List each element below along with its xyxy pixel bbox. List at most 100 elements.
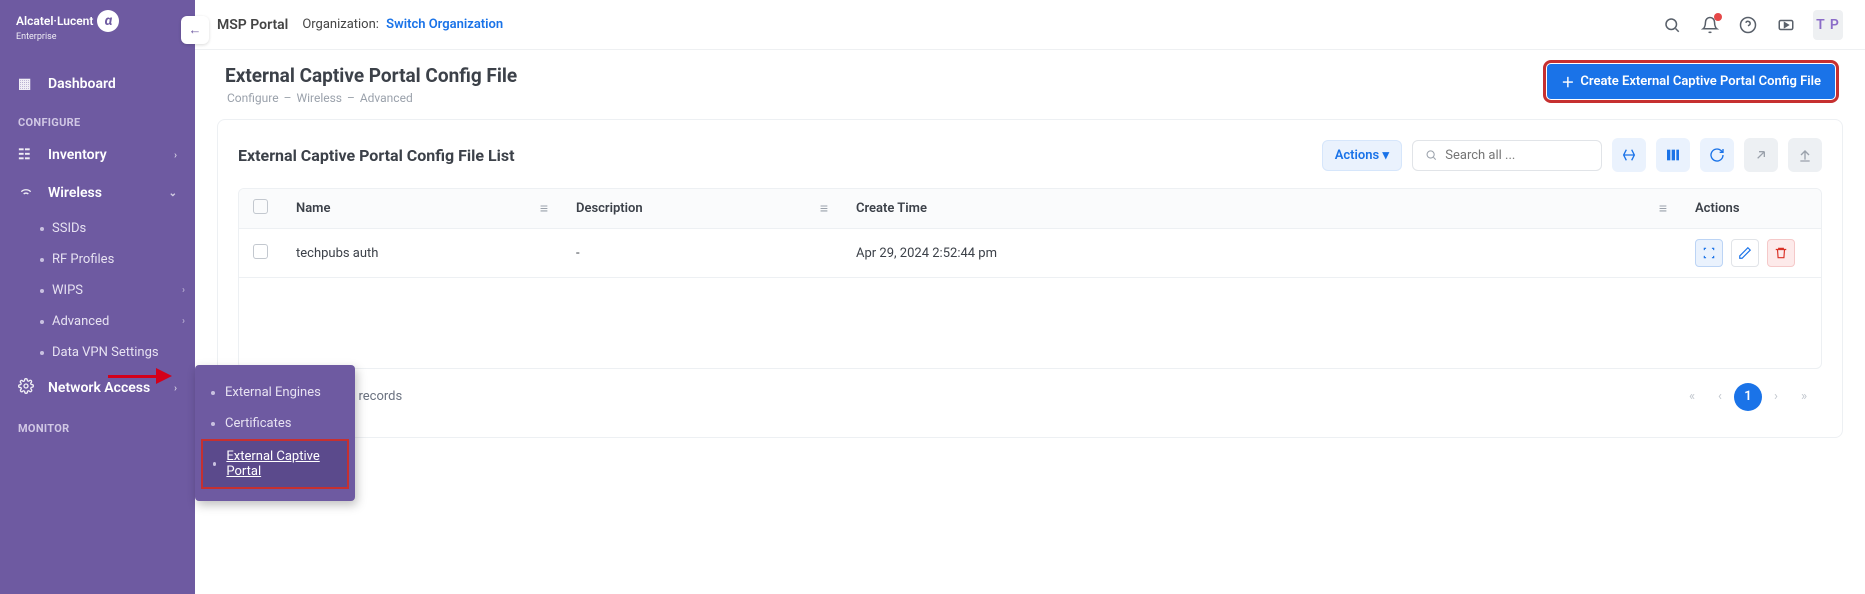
flyout-item-external-engines[interactable]: External Engines — [201, 377, 349, 408]
main: MSP Portal Organization: Switch Organiza… — [195, 0, 1865, 594]
chevron-down-icon: ⌄ — [169, 188, 177, 199]
column-menu-icon[interactable]: ≡ — [536, 200, 548, 217]
create-config-button-label: Create External Captive Portal Config Fi… — [1580, 74, 1821, 89]
advanced-flyout: External Engines Certificates External C… — [195, 365, 355, 501]
actions-dropdown[interactable]: Actions ▾ — [1322, 140, 1402, 171]
card-header: External Captive Portal Config File List… — [238, 138, 1822, 172]
bullet-icon — [40, 351, 44, 355]
bullet-icon — [40, 289, 44, 293]
bullet-icon — [211, 391, 215, 395]
sidebar-item-label: Wireless — [48, 185, 157, 201]
crumb[interactable]: Configure — [227, 91, 279, 105]
cell-create-time: Apr 29, 2024 2:52:44 pm — [842, 229, 1681, 278]
sidebar-item-advanced[interactable]: Advanced › — [40, 306, 195, 337]
cell-name: techpubs auth — [282, 229, 562, 278]
flyout-item-label: External Captive Portal — [226, 449, 337, 479]
view-button[interactable] — [1695, 239, 1723, 267]
gear-icon — [18, 378, 36, 398]
column-menu-icon[interactable]: ≡ — [816, 200, 828, 217]
sidebar-item-data-vpn[interactable]: Data VPN Settings — [40, 337, 195, 368]
delete-button[interactable] — [1767, 239, 1795, 267]
search-icon[interactable] — [1661, 14, 1683, 36]
topbar: MSP Portal Organization: Switch Organiza… — [195, 0, 1865, 50]
bullet-icon — [40, 227, 44, 231]
breadcrumb: Configure – Wireless – Advanced — [225, 91, 517, 105]
page-header: External Captive Portal Config File Conf… — [195, 50, 1865, 113]
columns-button[interactable] — [1656, 138, 1690, 172]
pager-prev-button[interactable]: ‹ — [1706, 383, 1734, 411]
flyout-item-external-captive-portal[interactable]: External Captive Portal — [201, 439, 349, 489]
sidebar-item-label: Data VPN Settings — [52, 345, 185, 360]
col-description[interactable]: Description — [576, 201, 643, 216]
row-checkbox[interactable] — [253, 244, 268, 259]
col-create-time[interactable]: Create Time — [856, 201, 927, 216]
search-icon — [1425, 148, 1437, 162]
sidebar-item-label: Dashboard — [48, 76, 177, 92]
table-row: techpubs auth - Apr 29, 2024 2:52:44 pm — [239, 229, 1821, 278]
caret-down-icon: ▾ — [1382, 148, 1389, 163]
sidebar-item-wips[interactable]: WIPS› — [40, 275, 195, 306]
flyout-item-label: External Engines — [225, 385, 321, 400]
pager-first-button[interactable]: « — [1678, 383, 1706, 411]
inventory-icon: ☷ — [18, 147, 36, 163]
brand-sub: Enterprise — [16, 32, 119, 42]
wireless-submenu: SSIDs RF Profiles WIPS› Advanced › Data V… — [0, 213, 195, 368]
annotation-arrow — [108, 368, 178, 384]
brand: Alcatel·Lucent α Enterprise — [0, 0, 195, 48]
actions-dropdown-label: Actions — [1335, 148, 1380, 163]
column-menu-icon[interactable]: ≡ — [1655, 200, 1667, 217]
table: Name≡ Description≡ Create Time≡ Actions … — [238, 188, 1822, 369]
bullet-icon — [213, 462, 216, 466]
select-all-checkbox[interactable] — [253, 199, 268, 214]
export-button[interactable] — [1744, 138, 1778, 172]
upload-button[interactable] — [1788, 138, 1822, 172]
pager-next-button[interactable]: › — [1762, 383, 1790, 411]
fit-columns-button[interactable] — [1612, 138, 1646, 172]
sidebar-item-label: Inventory — [48, 147, 162, 163]
search-field[interactable] — [1445, 148, 1589, 163]
chevron-right-icon: › — [174, 150, 177, 161]
col-actions: Actions — [1695, 201, 1740, 216]
sidebar-item-wireless[interactable]: Wireless ⌄ — [0, 173, 195, 213]
pager: Showing 1 - 1 of 1 records « ‹ 1 › » — [238, 369, 1822, 411]
col-name[interactable]: Name — [296, 201, 330, 216]
sidebar-item-dashboard[interactable]: ▦ Dashboard — [0, 66, 195, 102]
switch-org-link[interactable]: Switch Organization — [386, 17, 503, 32]
section-configure: CONFIGURE — [0, 102, 195, 137]
card-title: External Captive Portal Config File List — [238, 146, 515, 165]
table-empty-space — [239, 278, 1821, 368]
sidebar-item-label: Advanced — [52, 314, 174, 329]
arrow-left-icon: ← — [189, 22, 202, 38]
video-icon[interactable] — [1775, 14, 1797, 36]
notifications-icon[interactable] — [1699, 14, 1721, 36]
org-label: Organization: Switch Organization — [302, 17, 503, 32]
sidebar-item-rf-profiles[interactable]: RF Profiles — [40, 244, 195, 275]
create-config-button[interactable]: ＋ Create External Captive Portal Config … — [1547, 64, 1835, 99]
crumb[interactable]: Wireless — [296, 91, 342, 105]
chevron-right-icon: › — [174, 383, 177, 394]
pager-last-button[interactable]: » — [1790, 383, 1818, 411]
bullet-icon — [40, 258, 44, 262]
edit-button[interactable] — [1731, 239, 1759, 267]
sidebar-item-inventory[interactable]: ☷ Inventory › — [0, 137, 195, 173]
topbar-icons: T P — [1661, 10, 1843, 40]
help-icon[interactable] — [1737, 14, 1759, 36]
flyout-item-certificates[interactable]: Certificates — [201, 408, 349, 439]
table-header-row: Name ≡ Description ≡ Create Time ≡ Actions — [239, 189, 1821, 229]
collapse-sidebar-button[interactable]: ← — [181, 16, 209, 44]
list-card: External Captive Portal Config File List… — [217, 119, 1843, 438]
plus-icon: ＋ — [1561, 72, 1574, 91]
row-actions — [1695, 239, 1807, 267]
refresh-button[interactable] — [1700, 138, 1734, 172]
pager-page-number[interactable]: 1 — [1734, 383, 1762, 411]
wifi-icon — [18, 183, 36, 203]
flyout-item-label: Certificates — [225, 416, 291, 431]
chevron-right-icon: › — [182, 316, 185, 327]
notification-dot-icon — [1714, 13, 1722, 21]
brand-name: Alcatel·Lucent — [16, 14, 93, 28]
page-title: External Captive Portal Config File — [225, 64, 517, 87]
sidebar-item-ssids[interactable]: SSIDs — [40, 213, 195, 244]
crumb[interactable]: Advanced — [360, 91, 413, 105]
avatar[interactable]: T P — [1813, 10, 1843, 40]
search-input[interactable] — [1412, 140, 1602, 171]
